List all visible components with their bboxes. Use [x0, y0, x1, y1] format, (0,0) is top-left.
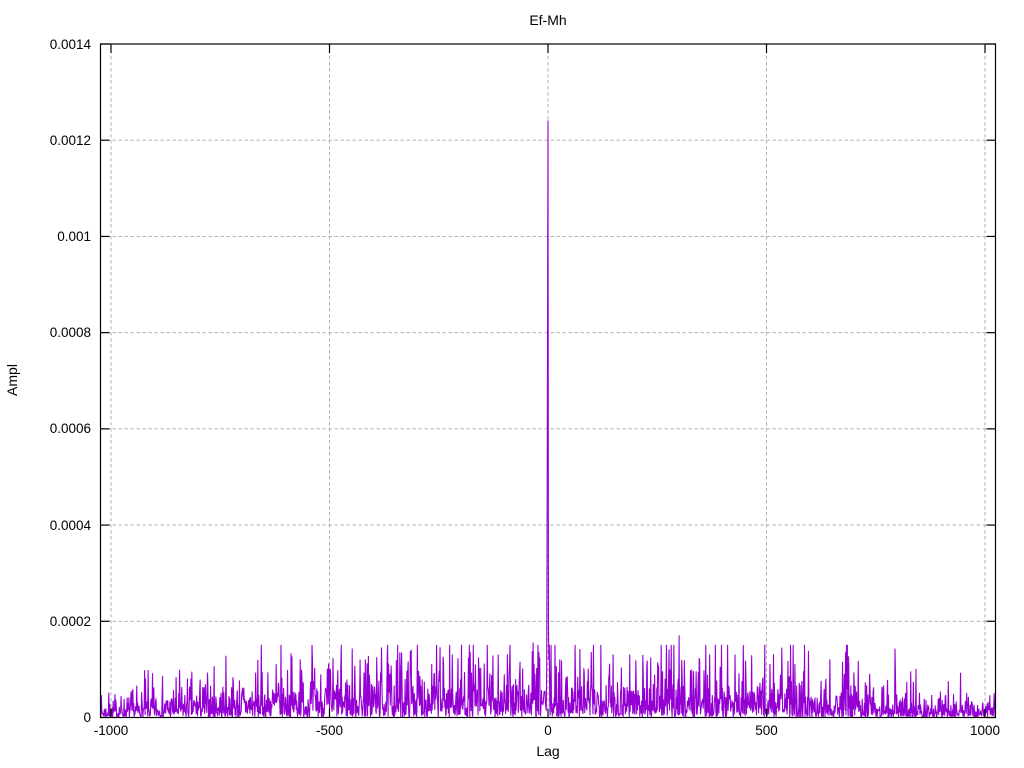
series-line-ef-mh [100, 120, 997, 719]
x-tick-label: 500 [755, 723, 778, 738]
x-tick-label: -500 [315, 723, 343, 738]
y-tick-label: 0.0006 [49, 421, 91, 437]
y-tick-label: 0 [83, 710, 91, 725]
y-tick-label: 0.0008 [49, 325, 91, 341]
gnuplot-window: { "chart_data": { "type": "line", "title… [0, 0, 1024, 768]
x-tick-label: 0 [544, 723, 552, 738]
x-tick-label: -1000 [93, 723, 129, 738]
y-tick-label: 0.0004 [49, 517, 91, 533]
y-tick-label: 0.0014 [49, 36, 91, 52]
y-tick-label: 0.0002 [49, 613, 91, 629]
y-tick-label: 0.0012 [49, 132, 91, 148]
plot-area [99, 43, 997, 719]
y-tick-label: 0.001 [57, 228, 91, 244]
x-tick-label: 1000 [969, 723, 1001, 738]
